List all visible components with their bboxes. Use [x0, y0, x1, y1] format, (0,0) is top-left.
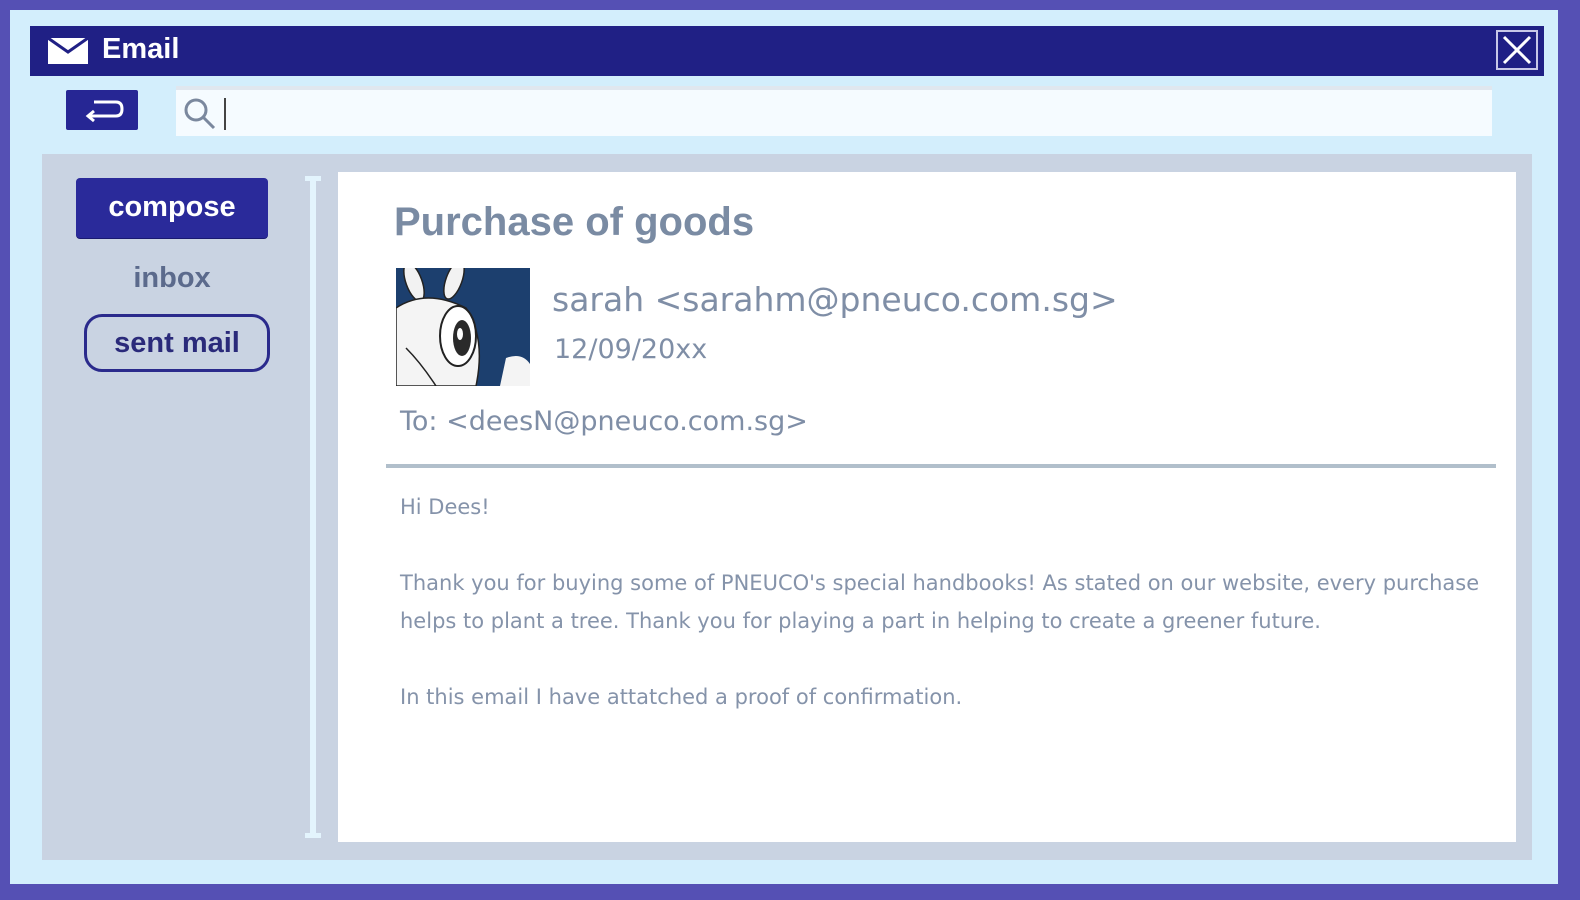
avatar — [396, 268, 530, 386]
search-icon — [182, 96, 218, 137]
email-body: Hi Dees! Thank you for buying some of PN… — [400, 488, 1480, 754]
scrollbar[interactable] — [305, 176, 321, 838]
title-bar: Email — [30, 26, 1544, 76]
close-button[interactable] — [1496, 30, 1538, 70]
compose-button[interactable]: compose — [76, 178, 268, 238]
email-paragraph: Thank you for buying some of PNEUCO's sp… — [400, 571, 1480, 633]
email-date: 12/09/20xx — [554, 334, 708, 365]
email-subject: Purchase of goods — [394, 200, 755, 244]
envelope-icon — [47, 36, 89, 69]
window-title: Email — [102, 33, 180, 65]
scrollbar-cap-bottom — [305, 833, 321, 838]
email-paragraph: In this email I have attatched a proof o… — [400, 685, 963, 709]
email-greeting: Hi Dees! — [400, 495, 490, 519]
scrollbar-cap-top — [305, 176, 321, 181]
main-panel: compose inbox sent mail Purchase of good… — [42, 154, 1532, 860]
header-divider — [386, 464, 1496, 468]
email-sender: sarah <sarahm@pneuco.com.sg> — [552, 280, 1118, 319]
search-bar[interactable] — [176, 86, 1492, 136]
back-button[interactable] — [66, 90, 138, 130]
sidebar-item-sent-mail[interactable]: sent mail — [84, 314, 270, 372]
email-view: Purchase of goods sarah <sarahm@pneuco.c… — [338, 172, 1516, 842]
return-arrow-icon — [85, 100, 124, 123]
search-input[interactable] — [220, 94, 1474, 132]
close-icon — [1502, 35, 1532, 65]
email-window: Email compose inbox sent mail Purchase o… — [10, 10, 1558, 884]
sidebar-item-inbox[interactable]: inbox — [82, 262, 262, 295]
email-recipient: To: <deesN@pneuco.com.sg> — [400, 406, 808, 437]
